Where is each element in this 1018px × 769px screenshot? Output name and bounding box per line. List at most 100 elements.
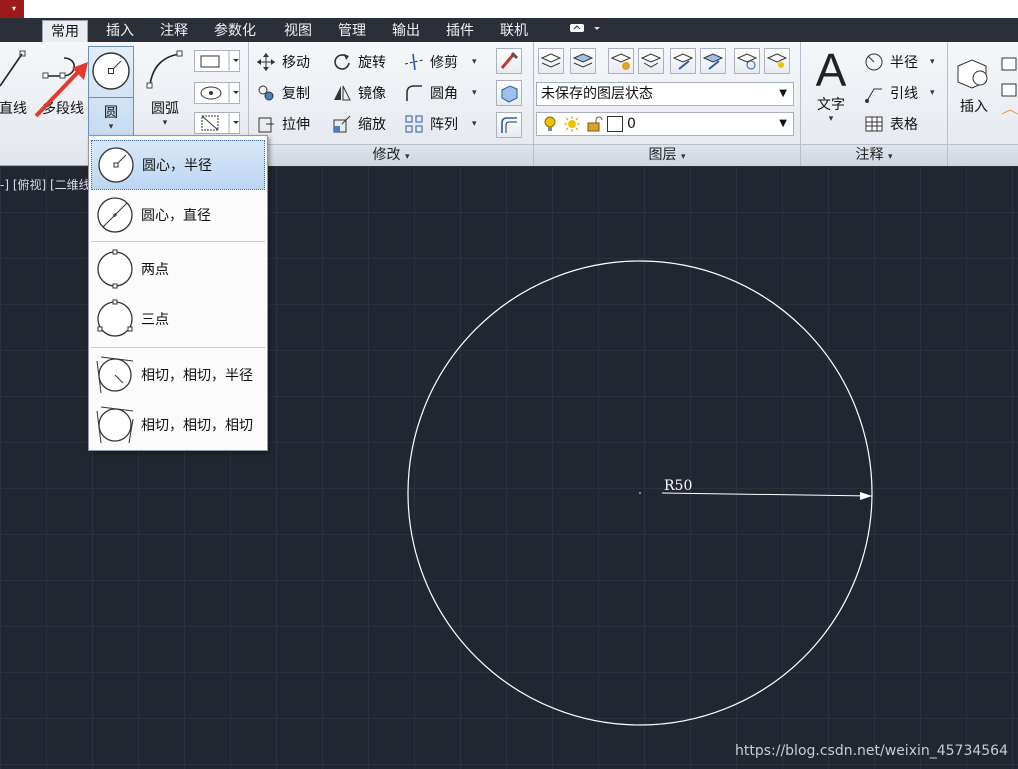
hatch-icon xyxy=(200,83,239,103)
annotation-panel-title[interactable]: 注释 ▾ xyxy=(801,144,947,166)
chevron-down-icon: ▾ xyxy=(930,57,935,67)
fillet-button[interactable]: 圆角 ▾ xyxy=(404,81,477,105)
modify-panel-title[interactable]: 修改 ▾ xyxy=(249,144,533,166)
ribbon-minimize-button[interactable] xyxy=(568,22,602,37)
chevron-down-icon: ▼ xyxy=(779,88,787,99)
layer-properties-icon xyxy=(540,53,562,68)
text-a-icon: A xyxy=(815,44,847,96)
chevron-down-icon: ▾ xyxy=(108,122,114,132)
scale-button[interactable]: 缩放 xyxy=(332,112,386,136)
radius-dimension-button[interactable]: 半径 ▾ xyxy=(864,50,935,74)
layer-freeze-button[interactable] xyxy=(734,48,760,74)
text-label: 文字 xyxy=(817,97,845,113)
tab-insert[interactable]: 插入 xyxy=(98,20,142,42)
tab-parametric[interactable]: 参数化 xyxy=(206,20,264,42)
menu-item-two-points[interactable]: 两点 xyxy=(91,244,265,294)
arc-icon xyxy=(146,50,183,89)
circle-three-points-icon xyxy=(97,299,133,337)
boundary-button[interactable] xyxy=(194,112,240,134)
layer-unisolate-button[interactable] xyxy=(638,48,664,74)
current-layer-select[interactable]: 0 ▼ xyxy=(536,112,794,136)
layer-state-button[interactable] xyxy=(570,48,596,74)
leader-label: 引线 xyxy=(890,86,918,102)
menu-item-label: 圆心，半径 xyxy=(142,158,212,174)
circle-button[interactable]: 圆 ▾ xyxy=(88,46,134,136)
menu-item-label: 三点 xyxy=(141,312,169,328)
tab-online[interactable]: 联机 xyxy=(492,20,536,42)
layers-panel-label: 图层 xyxy=(648,147,677,163)
array-button[interactable]: 阵列 ▾ xyxy=(404,112,477,136)
trim-label: 修剪 xyxy=(430,55,458,71)
leader-button[interactable]: 引线 ▾ xyxy=(864,81,935,105)
stretch-label: 拉伸 xyxy=(282,117,310,133)
layers-panel-title[interactable]: 图层 ▾ xyxy=(534,144,800,166)
application-menu-button[interactable]: ▾ xyxy=(0,0,24,20)
chevron-down-icon: ▾ xyxy=(680,152,686,162)
stretch-button[interactable]: 拉伸 xyxy=(256,112,310,136)
cube-icon xyxy=(501,85,518,103)
arc-button[interactable]: 圆弧 ▾ xyxy=(140,46,190,128)
rotate-button[interactable]: 旋转 xyxy=(332,50,386,74)
menu-divider xyxy=(91,241,265,242)
layer-properties-button[interactable] xyxy=(538,48,564,74)
line-button[interactable]: 直线 xyxy=(0,46,32,118)
modify-panel-label: 修改 xyxy=(372,147,401,163)
chevron-down-icon: ▼ xyxy=(779,118,787,129)
rectangle-button[interactable] xyxy=(194,50,240,72)
circle-tan-tan-tan-icon xyxy=(96,406,134,444)
menu-item-center-diameter[interactable]: 圆心，直径 xyxy=(91,190,265,240)
arc-label: 圆弧 xyxy=(151,101,179,117)
chevron-down-icon: ▾ xyxy=(828,114,834,124)
layer-on-button[interactable] xyxy=(764,48,790,74)
copy-button[interactable]: 复制 xyxy=(256,81,310,105)
layer-match-button[interactable] xyxy=(670,48,696,74)
layer-state-value: 未保存的图层状态 xyxy=(541,86,653,102)
rotate-label: 旋转 xyxy=(358,55,386,71)
menu-item-center-radius[interactable]: 圆心，半径 xyxy=(91,140,265,190)
layer-change-button[interactable] xyxy=(700,48,726,74)
tab-manage[interactable]: 管理 xyxy=(330,20,374,42)
layer-on-icon xyxy=(766,53,788,68)
menu-item-three-points[interactable]: 三点 xyxy=(91,294,265,344)
text-button[interactable]: A 文字 ▾ xyxy=(806,46,856,124)
circle-center-diameter-icon xyxy=(97,197,133,233)
chevron-down-icon: ▾ xyxy=(472,88,477,98)
menu-item-tan-tan-tan[interactable]: 相切，相切，相切 xyxy=(91,400,265,450)
block-create-icon[interactable] xyxy=(1000,56,1018,130)
radius-dimension-line[interactable] xyxy=(661,492,873,497)
match-properties-button[interactable] xyxy=(496,48,522,74)
ribbon-toggle-icon xyxy=(570,24,600,32)
3d-object-button[interactable] xyxy=(496,80,522,106)
offset-icon xyxy=(501,117,517,133)
annotation-panel-label: 注释 xyxy=(855,147,884,163)
table-button[interactable]: 表格 xyxy=(864,112,918,136)
offset-button[interactable] xyxy=(496,112,522,138)
trim-button[interactable]: 修剪 ▾ xyxy=(404,50,477,74)
fillet-label: 圆角 xyxy=(430,86,458,102)
radius-label: 半径 xyxy=(890,55,918,71)
tab-output[interactable]: 输出 xyxy=(384,20,428,42)
unlock-icon xyxy=(587,116,603,132)
tab-view[interactable]: 视图 xyxy=(276,20,320,42)
insert-block-icon xyxy=(957,59,988,89)
dimension-arrowhead xyxy=(860,492,872,500)
tab-annotate[interactable]: 注释 xyxy=(152,20,196,42)
layer-color-swatch xyxy=(607,116,623,132)
rotate-icon xyxy=(332,52,352,72)
menu-item-tan-tan-radius[interactable]: 相切，相切，半径 xyxy=(91,350,265,400)
mirror-button[interactable]: 镜像 xyxy=(332,81,386,105)
hatch-button[interactable] xyxy=(194,82,240,104)
paintbrush-icon xyxy=(500,51,519,69)
tab-home[interactable]: 常用 xyxy=(42,20,88,42)
current-layer-value: 0 xyxy=(627,116,636,132)
radius-icon xyxy=(864,52,884,72)
tab-plugins[interactable]: 插件 xyxy=(438,20,482,42)
viewport-controls-label[interactable]: -] [俯视] [二维线 xyxy=(0,176,91,193)
layer-isolate-icon xyxy=(610,53,632,70)
layer-state-select[interactable]: 未保存的图层状态 ▼ xyxy=(536,82,794,106)
layer-isolate-button[interactable] xyxy=(608,48,634,74)
move-button[interactable]: 移动 xyxy=(256,50,310,74)
ribbon-tab-bar: 常用 插入 注释 参数化 视图 管理 输出 插件 联机 xyxy=(0,18,1018,42)
chevron-down-icon: ▾ xyxy=(472,119,477,129)
insert-block-button[interactable]: 插入 xyxy=(952,52,996,116)
